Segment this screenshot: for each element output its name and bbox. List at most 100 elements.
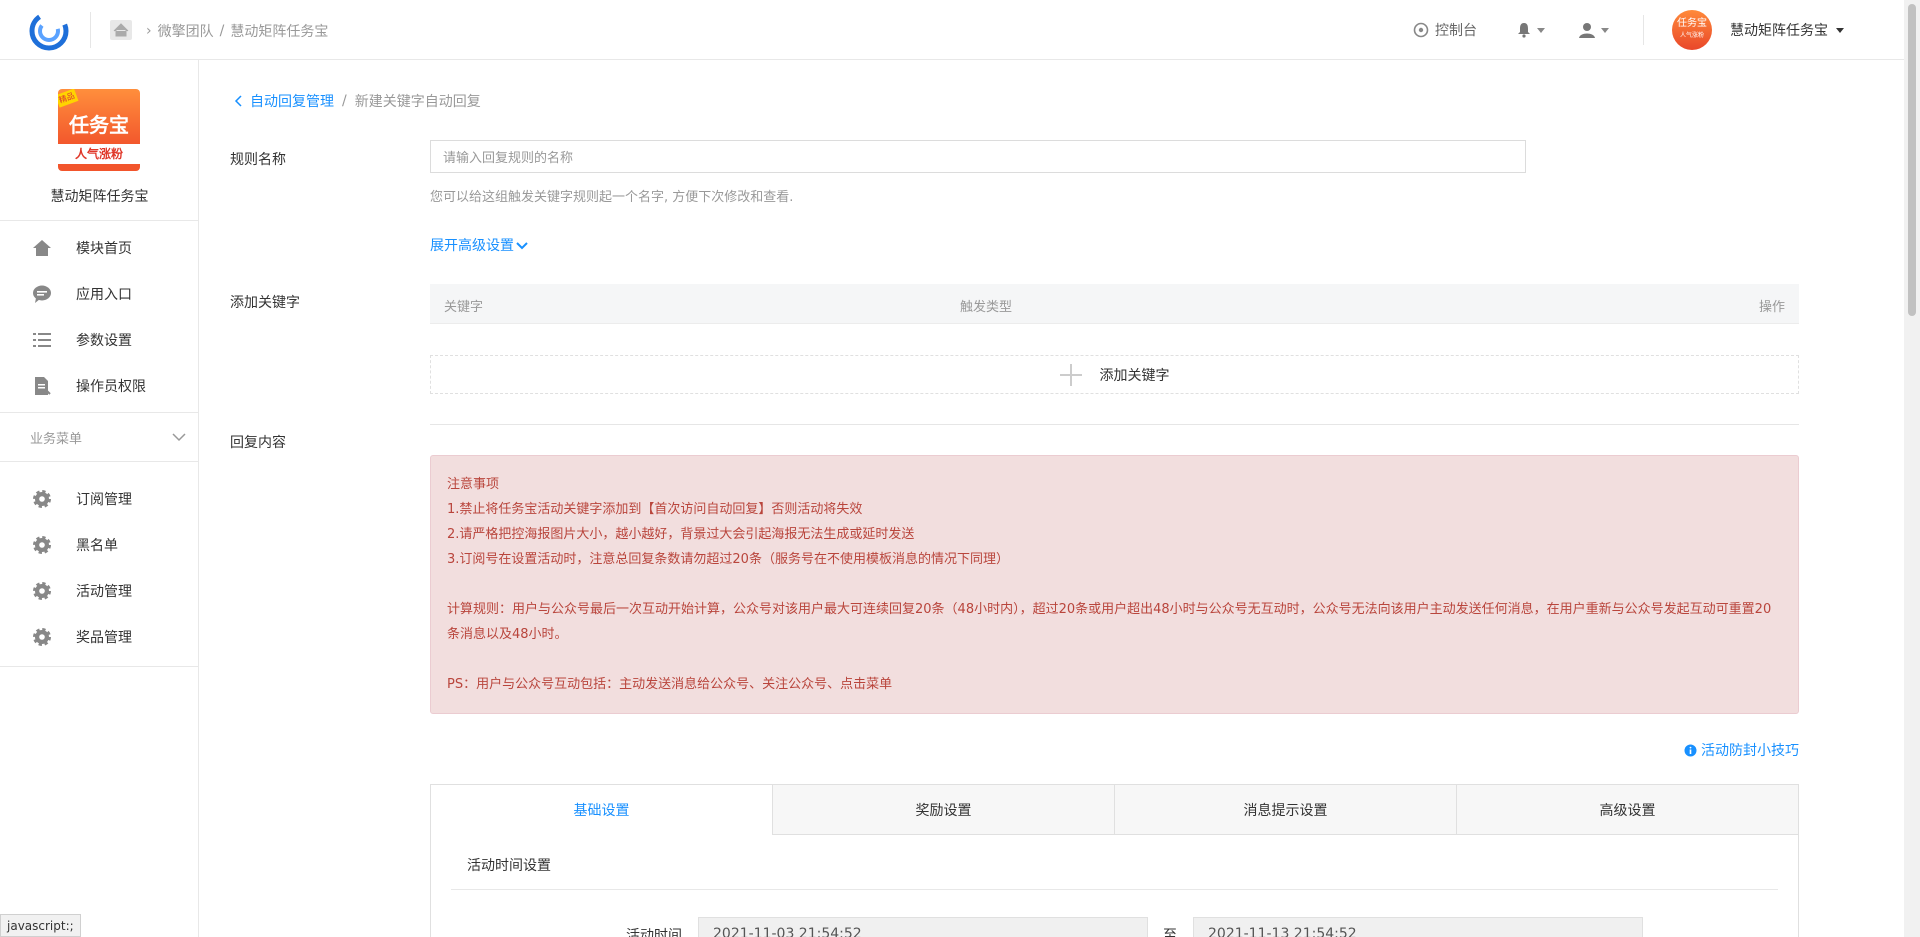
- avatar-subtext: 人气涨粉: [1679, 32, 1704, 39]
- doc-edit-icon: [32, 376, 52, 396]
- module-title: 慧动矩阵任务宝: [50, 189, 149, 205]
- plus-icon: [1059, 363, 1082, 386]
- user-dropdown[interactable]: [1579, 22, 1609, 38]
- breadcrumb-app[interactable]: 慧动矩阵任务宝: [230, 21, 328, 41]
- start-time-input[interactable]: 2021-11-03 21:54:52: [698, 917, 1148, 937]
- add-keyword-label-btn: 添加关键字: [1099, 367, 1170, 384]
- sidebar-item-params[interactable]: 参数设置: [0, 317, 198, 363]
- avatar-text: 任务宝: [1677, 18, 1707, 29]
- org-name[interactable]: 慧动矩阵任务宝: [1730, 20, 1828, 40]
- group-label: 业务菜单: [30, 431, 83, 447]
- sidebar-item-label: 黑名单: [76, 538, 118, 554]
- breadcrumb-sep: /: [342, 93, 347, 109]
- gear-icon: [32, 535, 52, 555]
- page-breadcrumb: 自动回复管理 / 新建关键字自动回复: [234, 91, 481, 111]
- sidebar-item-home[interactable]: 模块首页: [0, 225, 198, 271]
- expand-advanced-link[interactable]: 展开高级设置: [430, 235, 528, 255]
- rule-name-help: 您可以给这组触发关键字规则起一个名字, 方便下次修改和查看.: [430, 190, 794, 205]
- start-time-value: 2021-11-03 21:54:52: [713, 926, 862, 937]
- breadcrumb-team[interactable]: 微擎团队: [158, 21, 214, 41]
- sidebar-header: 精品 任务宝 人气涨粉 慧动矩阵任务宝: [0, 60, 198, 221]
- rule-name-placeholder: 请输入回复规则的名称: [443, 151, 574, 166]
- sidebar-item-label: 活动管理: [76, 584, 132, 600]
- list-icon: [32, 330, 52, 350]
- scrollbar-thumb[interactable]: [1908, 4, 1916, 316]
- info-icon: [1684, 744, 1697, 756]
- tab-advanced[interactable]: 高级设置: [1456, 785, 1798, 834]
- sidebar-item-permissions[interactable]: 操作员权限: [0, 363, 198, 409]
- chat-icon: [32, 284, 52, 304]
- divider: [90, 12, 91, 48]
- settings-tabs: 基础设置 奖励设置 消息提示设置 高级设置: [431, 785, 1798, 835]
- gear-icon: [32, 489, 52, 509]
- gear-icon: [32, 627, 52, 647]
- notice-ps: PS：用户与公众号互动包括：主动发送消息给公众号、关注公众号、点击菜单: [447, 677, 893, 692]
- sidebar-item-label: 订阅管理: [76, 492, 132, 508]
- avatar[interactable]: 任务宝 人气涨粉: [1672, 10, 1712, 50]
- biz-menu-toggle[interactable]: 业务菜单: [0, 412, 198, 462]
- divider: [430, 424, 1799, 425]
- caret-down-icon: [1537, 27, 1545, 33]
- time-range-separator: 至: [1163, 928, 1177, 937]
- tab-message-prompts[interactable]: 消息提示设置: [1114, 785, 1456, 834]
- col-keyword: 关键字: [444, 300, 484, 315]
- rule-name-input[interactable]: 请输入回复规则的名称: [430, 140, 1526, 173]
- col-actions: 操作: [1758, 300, 1785, 315]
- anti-ban-tips-label: 活动防封小技巧: [1701, 743, 1799, 759]
- divider: [1643, 15, 1644, 45]
- console-link[interactable]: 控制台: [1413, 20, 1477, 40]
- end-time-value: 2021-11-13 21:54:52: [1208, 926, 1357, 937]
- notice-rule: 计算规则：用户与公众号最后一次互动开始计算，公众号对该用户最大可连续回复20条（…: [447, 602, 1772, 642]
- breadcrumb: › 微擎团队 / 慧动矩阵任务宝: [146, 21, 328, 41]
- caret-down-icon[interactable]: [1836, 27, 1844, 33]
- module-logo: 精品 任务宝 人气涨粉: [58, 89, 140, 171]
- notification-dropdown[interactable]: [1517, 22, 1545, 38]
- notice-line-2: 2.请严格把控海报图片大小，越小越好，背景过大会引起海报无法生成或延时发送: [447, 527, 915, 542]
- caret-down-icon: [1601, 27, 1609, 33]
- logo-subtitle: 人气涨粉: [58, 144, 140, 164]
- sidebar: 精品 任务宝 人气涨粉 慧动矩阵任务宝 模块首页 应用入口 参数设置 操作员权限…: [0, 60, 199, 937]
- breadcrumb-link-auto-reply[interactable]: 自动回复管理: [250, 91, 334, 111]
- sidebar-item-entry[interactable]: 应用入口: [0, 271, 198, 317]
- main-content: 自动回复管理 / 新建关键字自动回复 规则名称 请输入回复规则的名称 您可以给这…: [200, 60, 1904, 937]
- reply-content-label: 回复内容: [230, 435, 286, 451]
- dashboard-icon: [1413, 22, 1429, 38]
- activity-time-label: 活动时间: [626, 928, 682, 937]
- sidebar-item-subscription[interactable]: 订阅管理: [0, 476, 198, 522]
- app-logo-icon[interactable]: [28, 10, 70, 52]
- keyword-table-header: 关键字 触发类型 操作: [430, 284, 1799, 324]
- sidebar-item-label: 模块首页: [76, 241, 132, 257]
- sidebar-item-prizes[interactable]: 奖品管理: [0, 614, 198, 660]
- gear-icon: [32, 581, 52, 601]
- notice-line-1: 1.禁止将任务宝活动关键字添加到【首次访问自动回复】否则活动将失效: [447, 502, 863, 517]
- sidebar-item-blacklist[interactable]: 黑名单: [0, 522, 198, 568]
- expand-advanced-label: 展开高级设置: [430, 238, 514, 254]
- sidebar-item-label: 奖品管理: [76, 630, 132, 646]
- rule-name-label: 规则名称: [230, 152, 286, 168]
- sidebar-item-label: 参数设置: [76, 333, 132, 349]
- tab-rewards[interactable]: 奖励设置: [772, 785, 1114, 834]
- chevron-down-icon: [516, 241, 528, 249]
- page-scrollbar[interactable]: [1904, 0, 1920, 937]
- notice-line-3: 3.订阅号在设置活动时，注意总回复条数请勿超过20条（服务号在不使用模板消息的情…: [447, 552, 1009, 567]
- tab-basic[interactable]: 基础设置: [431, 785, 772, 835]
- bell-icon: [1518, 23, 1530, 38]
- console-label: 控制台: [1435, 23, 1477, 39]
- chevron-right-icon: ›: [146, 23, 152, 39]
- home-icon: [32, 238, 52, 258]
- add-keyword-button[interactable]: 添加关键字: [430, 355, 1799, 394]
- end-time-input[interactable]: 2021-11-13 21:54:52: [1193, 917, 1643, 937]
- anti-ban-tips-link[interactable]: 活动防封小技巧: [1684, 740, 1799, 760]
- home-icon[interactable]: [110, 20, 132, 40]
- logo-title: 任务宝: [69, 113, 129, 137]
- notice-title: 注意事项: [447, 477, 500, 492]
- status-bar: javascript:;: [0, 914, 81, 937]
- logo-badge: 精品: [58, 89, 79, 108]
- breadcrumb-current: 新建关键字自动回复: [354, 94, 481, 110]
- notice-alert: 注意事项 1.禁止将任务宝活动关键字添加到【首次访问自动回复】否则活动将失效 2…: [430, 455, 1799, 714]
- user-icon: [1579, 23, 1595, 38]
- breadcrumb-sep: /: [219, 23, 225, 39]
- sidebar-item-activity[interactable]: 活动管理: [0, 568, 198, 614]
- chevron-down-icon: [172, 433, 186, 442]
- chevron-left-icon[interactable]: [234, 95, 242, 107]
